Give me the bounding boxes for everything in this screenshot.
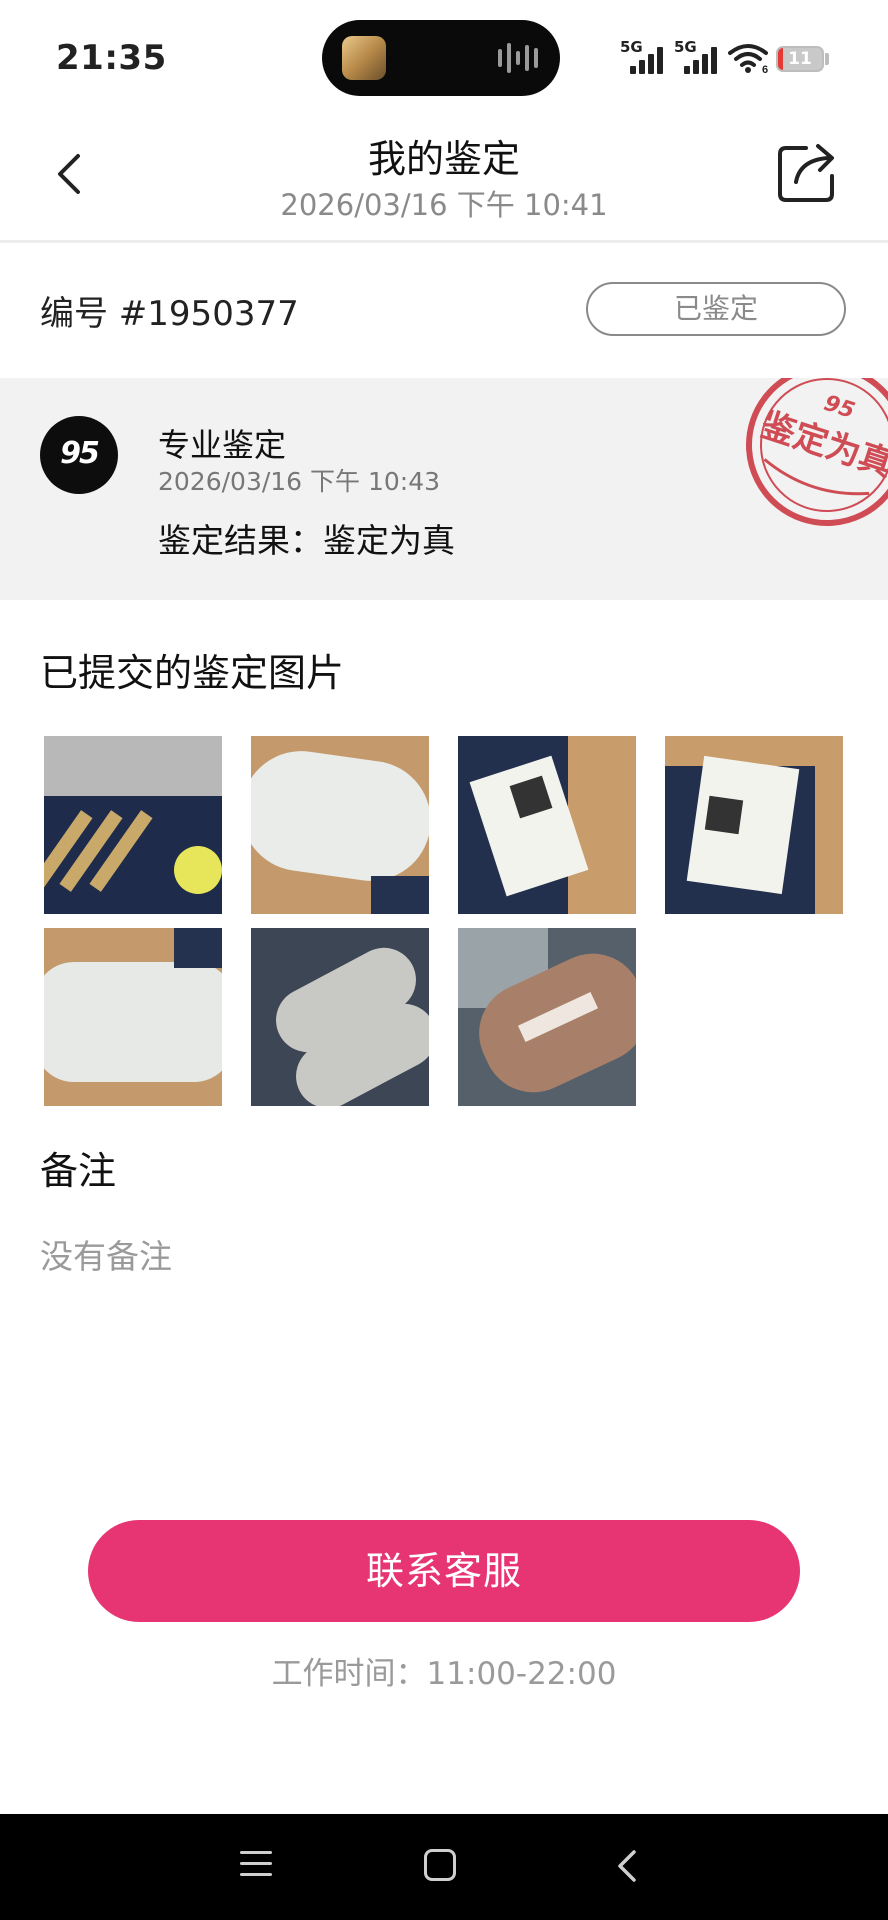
image-thumbnail[interactable] [44, 736, 222, 914]
stamp-logo: 95 [821, 391, 858, 424]
dynamic-island[interactable] [322, 20, 560, 96]
page-datetime: 2026/03/16 下午 10:41 [280, 188, 608, 222]
image-thumbnail[interactable] [251, 928, 429, 1106]
working-hours: 工作时间：11:00-22:00 [271, 1656, 617, 1692]
cell-signal-icon-2: 5G [674, 38, 724, 74]
result-type: 专业鉴定 [158, 426, 287, 464]
notes-text: 没有备注 [40, 1237, 172, 1276]
status-badge: 已鉴定 [586, 282, 846, 336]
album-art-icon [342, 36, 386, 80]
back-triangle-icon[interactable] [612, 1848, 642, 1884]
wifi-icon: 6 [728, 44, 768, 74]
brand-logo: 95 [40, 416, 118, 494]
audio-wave-icon [498, 42, 538, 74]
wifi-label: 6 [762, 64, 768, 74]
battery-tip [825, 53, 829, 65]
image-thumbnail[interactable] [251, 736, 429, 914]
page-title: 我的鉴定 [367, 137, 520, 181]
images-section-title: 已提交的鉴定图片 [40, 651, 345, 695]
share-icon[interactable] [776, 140, 840, 204]
contact-support-button[interactable]: 联系客服 [88, 1520, 800, 1622]
battery-level: 11 [788, 49, 812, 69]
order-number: 编号 #1950377 [40, 294, 299, 334]
stamp-text: 鉴定为真 [755, 405, 888, 485]
image-thumbnail[interactable] [458, 736, 636, 914]
status-time: 21:35 [56, 38, 167, 78]
image-thumbnail[interactable] [458, 928, 636, 1106]
result-card: 95 专业鉴定 2026/03/16 下午 10:43 鉴定结果：鉴定为真 95… [0, 378, 888, 600]
battery-icon: 11 [776, 46, 824, 72]
image-thumbnail[interactable] [665, 736, 843, 914]
result-datetime: 2026/03/16 下午 10:43 [158, 467, 441, 496]
menu-icon[interactable] [240, 1849, 272, 1879]
image-thumbnail[interactable] [44, 928, 222, 1106]
notes-title: 备注 [40, 1149, 117, 1193]
cell-signal-icon-1: 5G [620, 38, 670, 74]
result-text: 鉴定结果：鉴定为真 [158, 521, 455, 560]
home-square-icon[interactable] [424, 1849, 456, 1881]
status-bar: 21:35 5G 5G 6 11 [0, 0, 888, 110]
authentic-stamp-icon: 95 鉴定为真 [746, 378, 888, 526]
header-divider [0, 240, 888, 243]
